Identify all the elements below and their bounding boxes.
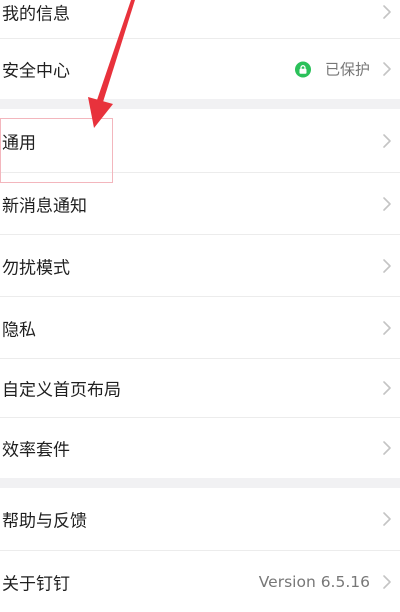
settings-item-efficiency-suite[interactable]: 效率套件 xyxy=(0,418,400,478)
settings-item-my-info[interactable]: 我的信息 xyxy=(0,0,400,37)
settings-item-custom-homepage-layout[interactable]: 自定义首页布局 xyxy=(0,359,400,417)
chevron-right-icon xyxy=(383,441,391,455)
settings-item-new-message-notification[interactable]: 新消息通知 xyxy=(0,173,400,234)
settings-item-label: 通用 xyxy=(2,133,36,153)
chevron-right-icon xyxy=(383,62,391,76)
settings-item-label: 关于钉钉 xyxy=(2,574,70,594)
settings-item-about[interactable]: 关于钉钉 Version 6.5.16 xyxy=(0,551,400,612)
settings-item-do-not-disturb[interactable]: 勿扰模式 xyxy=(0,235,400,296)
section-gap xyxy=(0,99,400,109)
chevron-right-icon xyxy=(383,196,391,211)
security-status-text: 已保护 xyxy=(324,60,370,79)
chevron-right-icon xyxy=(383,133,391,148)
chevron-right-icon xyxy=(383,258,391,273)
security-status: 已保护 xyxy=(294,59,370,80)
settings-item-label: 安全中心 xyxy=(2,61,70,82)
settings-screen: 我的信息 安全中心 已保护 通用 新消息通知 勿扰模式 隐私 自定义首页布局 效… xyxy=(0,0,400,612)
settings-item-label: 新消息通知 xyxy=(2,196,87,216)
settings-item-label: 效率套件 xyxy=(2,440,70,461)
settings-item-label: 帮助与反馈 xyxy=(2,511,87,532)
settings-item-help-feedback[interactable]: 帮助与反馈 xyxy=(0,488,400,550)
settings-item-general[interactable]: 通用 xyxy=(0,109,400,172)
settings-item-label: 勿扰模式 xyxy=(2,258,70,278)
lock-icon xyxy=(294,61,311,77)
settings-item-privacy[interactable]: 隐私 xyxy=(0,297,400,358)
section-gap xyxy=(0,478,400,488)
chevron-right-icon xyxy=(383,320,391,335)
chevron-right-icon xyxy=(383,381,391,395)
chevron-right-icon xyxy=(383,574,391,589)
settings-item-label: 隐私 xyxy=(2,320,36,340)
settings-item-security-center[interactable]: 安全中心 已保护 xyxy=(0,39,400,99)
chevron-right-icon xyxy=(383,5,391,19)
settings-item-label: 自定义首页布局 xyxy=(2,380,121,401)
version-text: Version 6.5.16 xyxy=(258,572,370,591)
chevron-right-icon xyxy=(383,512,391,526)
settings-item-label: 我的信息 xyxy=(2,4,70,25)
